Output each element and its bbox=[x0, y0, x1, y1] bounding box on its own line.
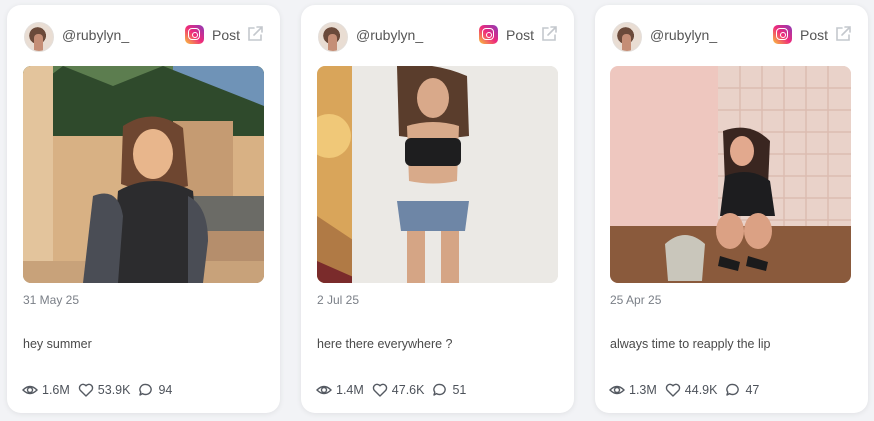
comments-stat: 94 bbox=[138, 382, 172, 398]
likes-stat: 53.9K bbox=[78, 382, 131, 398]
post-stats: 1.6M 53.9K 94 bbox=[22, 381, 180, 399]
comment-icon bbox=[433, 383, 447, 396]
comments-count: 94 bbox=[158, 383, 173, 397]
post-date: 25 Apr 25 bbox=[610, 293, 662, 307]
views-count: 1.4M bbox=[336, 383, 364, 397]
post-image[interactable] bbox=[317, 66, 558, 283]
comments-count: 51 bbox=[452, 383, 467, 397]
post-caption: here there everywhere ? bbox=[317, 337, 453, 351]
views-stat: 1.3M bbox=[609, 382, 657, 398]
heart-icon bbox=[372, 383, 388, 397]
avatar[interactable] bbox=[612, 22, 642, 52]
card-header: @rubylyn_ Post bbox=[595, 22, 868, 58]
eye-icon bbox=[316, 385, 332, 395]
likes-count: 44.9K bbox=[684, 383, 718, 397]
likes-stat: 44.9K bbox=[665, 382, 718, 398]
post-type-label: Post bbox=[506, 27, 535, 43]
avatar[interactable] bbox=[318, 22, 348, 52]
post-caption: hey summer bbox=[23, 337, 92, 351]
comment-icon bbox=[139, 383, 153, 396]
heart-icon bbox=[665, 383, 681, 397]
views-stat: 1.4M bbox=[316, 382, 364, 398]
instagram-icon bbox=[185, 25, 204, 44]
comments-stat: 47 bbox=[725, 382, 759, 398]
card-header: @rubylyn_ Post bbox=[301, 22, 574, 58]
likes-count: 53.9K bbox=[97, 383, 131, 397]
post-type-label: Post bbox=[800, 27, 829, 43]
likes-stat: 47.6K bbox=[372, 382, 425, 398]
eye-icon bbox=[609, 385, 625, 395]
account-handle[interactable]: @rubylyn_ bbox=[356, 27, 423, 43]
card-header: @rubylyn_ Post bbox=[7, 22, 280, 58]
post-card[interactable]: @rubylyn_ Post 31 May 25 hey summer 1.6M… bbox=[7, 5, 280, 413]
post-card[interactable]: @rubylyn_ Post 2 Jul 25 here there every… bbox=[301, 5, 574, 413]
account-handle[interactable]: @rubylyn_ bbox=[650, 27, 717, 43]
post-date: 2 Jul 25 bbox=[317, 293, 360, 307]
post-card[interactable]: @rubylyn_ Post 25 Apr 25 always time to … bbox=[595, 5, 868, 413]
instagram-icon bbox=[773, 25, 792, 44]
post-caption: always time to reapply the lip bbox=[610, 337, 771, 351]
external-link-icon[interactable] bbox=[540, 25, 558, 43]
comment-icon bbox=[726, 383, 740, 396]
comments-count: 47 bbox=[745, 383, 760, 397]
external-link-icon[interactable] bbox=[834, 25, 852, 43]
views-count: 1.6M bbox=[42, 383, 70, 397]
post-type-label: Post bbox=[212, 27, 241, 43]
external-link-icon[interactable] bbox=[246, 25, 264, 43]
post-image[interactable] bbox=[23, 66, 264, 283]
post-stats: 1.3M 44.9K 47 bbox=[609, 381, 767, 399]
comments-stat: 51 bbox=[432, 382, 466, 398]
post-image[interactable] bbox=[610, 66, 851, 283]
post-stats: 1.4M 47.6K 51 bbox=[316, 381, 474, 399]
avatar[interactable] bbox=[24, 22, 54, 52]
instagram-icon bbox=[479, 25, 498, 44]
eye-icon bbox=[22, 385, 38, 395]
account-handle[interactable]: @rubylyn_ bbox=[62, 27, 129, 43]
heart-icon bbox=[78, 383, 94, 397]
views-count: 1.3M bbox=[629, 383, 657, 397]
post-date: 31 May 25 bbox=[23, 293, 80, 307]
views-stat: 1.6M bbox=[22, 382, 70, 398]
likes-count: 47.6K bbox=[391, 383, 425, 397]
